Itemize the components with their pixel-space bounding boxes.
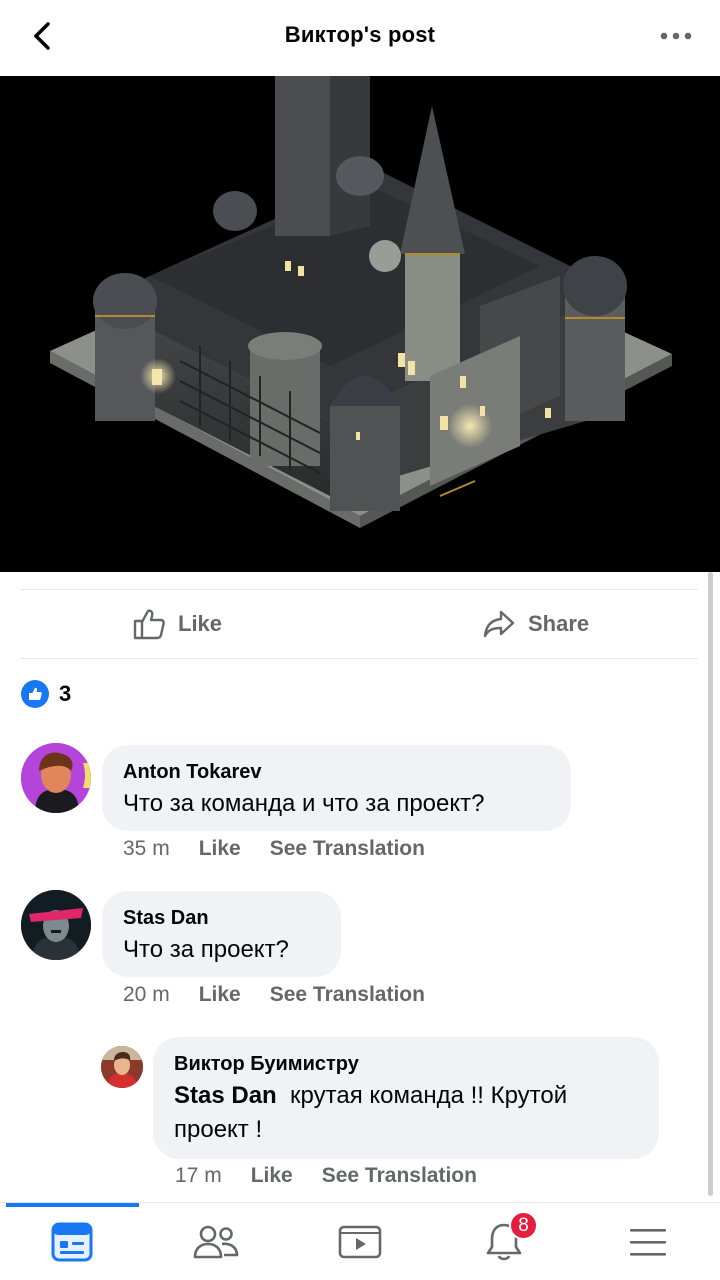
post-image[interactable] [0, 76, 720, 572]
reaction-count: 3 [59, 681, 72, 706]
tab-news-feed[interactable] [0, 1203, 144, 1280]
scrollbar[interactable] [708, 572, 713, 1196]
see-translation-link[interactable]: See Translation [322, 1164, 477, 1188]
comment-time: 35 m [123, 837, 170, 860]
reply-author[interactable]: Виктор Буимистру [174, 1051, 639, 1077]
comment-author[interactable]: Anton Tokarev [123, 759, 551, 785]
avatar[interactable] [101, 1046, 143, 1088]
back-button[interactable] [22, 14, 62, 58]
see-translation-link[interactable]: See Translation [270, 837, 425, 861]
post-actions: Like Share [0, 590, 720, 658]
comment-bubble[interactable]: Anton Tokarev Что за команда и что за пр… [102, 745, 571, 831]
friends-icon [193, 1225, 239, 1259]
reply-text: Stas Dan крутая команда !! Крутой проект… [174, 1079, 639, 1147]
share-button[interactable]: Share [482, 590, 589, 658]
tab-watch[interactable] [288, 1203, 432, 1280]
share-arrow-icon [483, 610, 515, 638]
comment-like-button[interactable]: Like [199, 983, 241, 1007]
reactions-summary[interactable]: 3 [21, 680, 71, 708]
like-button[interactable]: Like [132, 590, 222, 658]
like-label: Like [178, 611, 223, 636]
tab-menu[interactable] [576, 1203, 720, 1280]
top-bar: Виктор's post [0, 0, 720, 76]
comment-author[interactable]: Stas Dan [123, 905, 321, 931]
news-feed-icon [51, 1222, 93, 1262]
tab-notifications[interactable] [432, 1203, 576, 1280]
reply-bubble[interactable]: Виктор Буимистру Stas Dan крутая команда… [153, 1037, 659, 1159]
comment-meta: 20 m Like See Translation [123, 983, 425, 1007]
comment-like-button[interactable]: Like [199, 837, 241, 861]
reply-mention[interactable]: Stas Dan [174, 1082, 277, 1109]
menu-icon [630, 1229, 666, 1256]
tab-friends[interactable] [144, 1203, 288, 1280]
page-title: Виктор's post [284, 22, 436, 47]
like-reaction-icon [21, 680, 49, 708]
comment-bubble[interactable]: Stas Dan Что за проект? [102, 891, 341, 977]
reply-like-button[interactable]: Like [251, 1164, 293, 1188]
user-avatar-anton [21, 743, 91, 813]
bottom-tab-bar: 8 [0, 1202, 720, 1280]
comment-text: Что за команда и что за проект? [123, 790, 485, 817]
more-dots-icon [660, 32, 692, 40]
user-avatar-stas [21, 890, 91, 960]
comment-text: Что за проект? [123, 936, 289, 963]
share-label: Share [528, 611, 590, 636]
comment-time: 20 m [123, 983, 170, 1006]
divider [21, 658, 698, 659]
reply-time: 17 m [175, 1164, 222, 1187]
notifications-badge: 8 [509, 1211, 538, 1240]
more-options-button[interactable] [654, 20, 698, 52]
user-avatar-viktor [101, 1046, 143, 1088]
comment-meta: 35 m Like See Translation [123, 837, 425, 861]
reply-meta: 17 m Like See Translation [175, 1164, 477, 1188]
castle-render-image [50, 76, 672, 528]
avatar[interactable] [21, 890, 91, 960]
chevron-left-icon [34, 22, 50, 50]
avatar[interactable] [21, 743, 91, 813]
thumbs-up-icon [133, 609, 165, 640]
see-translation-link[interactable]: See Translation [270, 983, 425, 1007]
video-icon [338, 1225, 382, 1259]
